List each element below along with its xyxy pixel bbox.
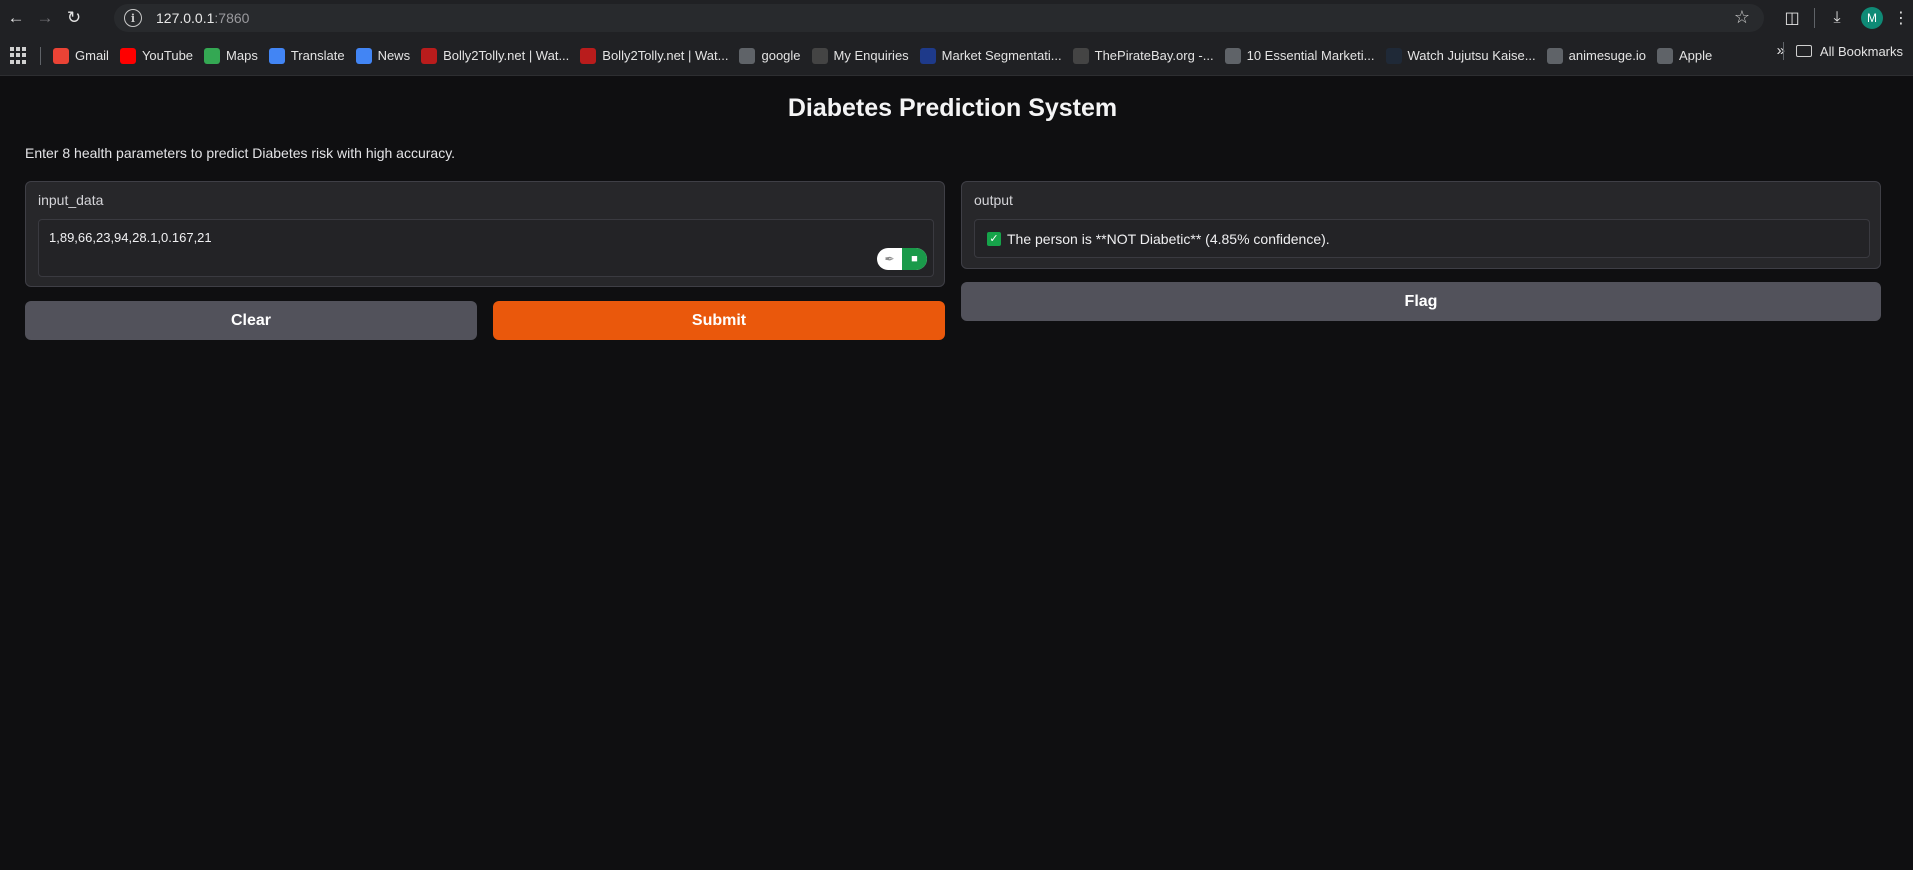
site-icon (1385, 47, 1402, 64)
bookmark-label: News (377, 48, 411, 63)
bookmark-label: animesuge.io (1568, 48, 1646, 63)
bookmark-item[interactable]: animesuge.io (1543, 42, 1653, 70)
bookmark-label: Gmail (75, 48, 109, 63)
output-panel: output ✓ The person is **NOT Diabetic** … (961, 181, 1881, 269)
globe-icon (1656, 47, 1673, 64)
bookmark-label: YouTube (141, 48, 194, 63)
app-page: Diabetes Prediction System Enter 8 healt… (0, 77, 1913, 870)
youtube-icon (119, 47, 136, 64)
output-value: The person is **NOT Diabetic** (4.85% co… (1007, 230, 1330, 247)
bookmark-label: Apple (1678, 48, 1713, 63)
bookmark-item[interactable]: Bolly2Tolly.net | Wat... (576, 42, 735, 70)
output-field: ✓ The person is **NOT Diabetic** (4.85% … (974, 219, 1870, 258)
globe-icon (739, 47, 756, 64)
shield-icon (811, 47, 828, 64)
toolbar-divider (1814, 8, 1815, 28)
star-icon[interactable]: ☆ (1734, 7, 1750, 28)
all-bookmarks-label: All Bookmarks (1819, 43, 1903, 59)
input-data-field[interactable]: 1,89,66,23,94,28.1,0.167,21 ✒ ■ (38, 219, 934, 277)
robot-icon: ■ (902, 248, 927, 270)
site-info-icon[interactable]: i (124, 9, 142, 27)
apps-grid-icon[interactable] (10, 46, 28, 65)
bookmark-label: ThePirateBay.org -... (1094, 48, 1214, 63)
folder-icon (1795, 45, 1812, 57)
globe-icon (1224, 47, 1241, 64)
bookmarks-bar: Gmail YouTube Maps Translate News Bolly2Tolly… (0, 36, 1913, 76)
monitor-icon (1072, 47, 1089, 64)
forward-arrow-icon[interactable]: → (31, 4, 59, 32)
bookmark-label: google (761, 48, 801, 63)
bookmark-label: Maps (226, 48, 258, 63)
bookmark-item[interactable]: ThePirateBay.org -... (1069, 42, 1221, 70)
bookmark-item[interactable]: Maps (200, 42, 265, 70)
bookmark-item[interactable]: Market Segmentati... (916, 42, 1069, 70)
reload-icon[interactable]: ↻ (60, 4, 88, 32)
download-icon[interactable]: ⤓ (1819, 4, 1855, 32)
site-icon (421, 47, 438, 64)
bookmark-label: 10 Essential Marketi... (1246, 48, 1375, 63)
bookmark-item[interactable]: 10 Essential Marketi... (1221, 42, 1382, 70)
check-mark-icon: ✓ (987, 231, 1001, 246)
address-bar[interactable]: i 127.0.0.1:7860 ☆ (114, 4, 1764, 32)
bookmark-label: Market Segmentati... (941, 48, 1062, 63)
clear-button[interactable]: Clear (25, 301, 477, 340)
bookmark-label: Watch Jujutsu Kaise... (1407, 48, 1536, 63)
extension-toggle[interactable]: ✒ ■ (877, 248, 927, 270)
bookmark-label: Bolly2Tolly.net | Wat... (443, 48, 570, 63)
site-icon (919, 47, 936, 64)
input-panel: input_data 1,89,66,23,94,28.1,0.167,21 ✒… (25, 181, 945, 287)
bookmark-label: My Enquiries (833, 48, 909, 63)
bookmark-label: Translate (290, 48, 345, 63)
page-title: Diabetes Prediction System (787, 94, 1118, 122)
bookmark-item[interactable]: Watch Jujutsu Kaise... (1382, 42, 1543, 70)
bookmark-item[interactable]: Bolly2Tolly.net | Wat... (417, 42, 576, 70)
browser-toolbar: ← → ↻ i 127.0.0.1:7860 ☆ ◫ ⤓ M ⋮ (0, 0, 1913, 36)
url-text[interactable]: 127.0.0.1:7860 (156, 10, 249, 26)
flag-button[interactable]: Flag (961, 282, 1881, 321)
output-label: output (974, 192, 1013, 208)
page-description: Enter 8 health parameters to predict Dia… (25, 145, 456, 161)
gmail-icon (53, 47, 69, 64)
site-icon (580, 47, 597, 64)
kebab-menu-icon[interactable]: ⋮ (1889, 4, 1913, 32)
bookmarks-divider (1782, 42, 1784, 60)
submit-button[interactable]: Submit (493, 301, 945, 340)
bookmark-item[interactable]: YouTube (116, 42, 200, 70)
bookmark-list: Gmail YouTube Maps Translate News Bolly2Tolly… (49, 42, 1719, 70)
avatar[interactable]: M (1861, 7, 1883, 29)
bookmark-item[interactable]: Apple (1653, 42, 1719, 70)
input-label: input_data (38, 192, 104, 208)
translate-icon (268, 47, 285, 64)
back-arrow-icon[interactable]: ← (2, 4, 30, 32)
bookmark-item[interactable]: Gmail (49, 42, 116, 70)
bookmark-item[interactable]: My Enquiries (808, 42, 916, 70)
bookmark-item[interactable]: News (352, 42, 418, 70)
input-value: 1,89,66,23,94,28.1,0.167,21 (49, 230, 212, 245)
feather-icon: ✒ (884, 252, 895, 266)
bookmark-item[interactable]: google (735, 42, 807, 70)
bookmark-item[interactable]: Translate (265, 42, 352, 70)
globe-icon (1546, 47, 1563, 64)
bookmark-label: Bolly2Tolly.net | Wat... (602, 48, 729, 63)
maps-icon (204, 47, 221, 64)
news-icon (355, 47, 372, 64)
all-bookmarks-button[interactable]: All Bookmarks (1782, 42, 1903, 60)
bookmarks-divider (40, 46, 41, 65)
puzzle-icon[interactable]: ◫ (1774, 4, 1810, 32)
